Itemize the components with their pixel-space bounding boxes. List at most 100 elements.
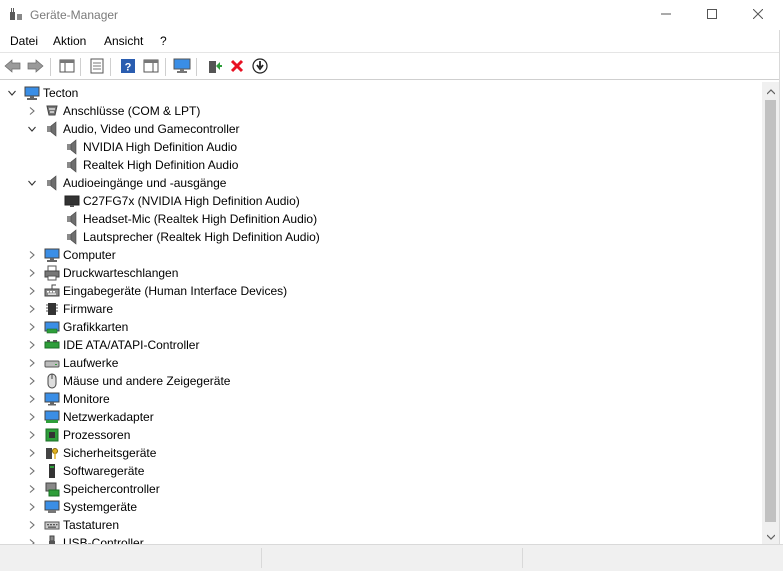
tree-item[interactable]: Eingabegeräte (Human Interface Devices)	[26, 282, 287, 300]
tree-item-label: Anschlüsse (COM & LPT)	[63, 104, 201, 118]
chevron-right-icon[interactable]	[26, 372, 38, 390]
drive-icon	[44, 355, 60, 371]
action-pane-icon	[143, 58, 159, 77]
tree-item[interactable]: Mäuse und andere Zeigegeräte	[26, 372, 230, 390]
speaker-icon	[64, 139, 80, 155]
tree-item[interactable]: Anschlüsse (COM & LPT)	[26, 102, 200, 120]
chevron-right-icon[interactable]	[26, 246, 38, 264]
tree-item[interactable]: Speichercontroller	[26, 480, 160, 498]
chevron-right-icon[interactable]	[26, 264, 38, 282]
vertical-scrollbar[interactable]	[762, 82, 779, 544]
tree-item[interactable]: Realtek High Definition Audio	[46, 156, 238, 174]
tree-item[interactable]: NVIDIA High Definition Audio	[46, 138, 237, 156]
tree-item[interactable]: Computer	[26, 246, 116, 264]
tree-item[interactable]: Druckwarteschlangen	[26, 264, 178, 282]
tree-item-label: Sicherheitsgeräte	[63, 446, 157, 460]
chevron-right-icon[interactable]	[26, 516, 38, 534]
chevron-right-icon[interactable]	[26, 300, 38, 318]
menu-help[interactable]: ?	[160, 34, 167, 48]
tree-item[interactable]: Firmware	[26, 300, 113, 318]
status-separator	[261, 548, 262, 568]
menu-bar: Datei Aktion Ansicht ?	[0, 30, 783, 52]
update-driver-button[interactable]	[204, 57, 224, 77]
menu-action[interactable]: Aktion	[53, 34, 86, 48]
chevron-right-icon[interactable]	[26, 480, 38, 498]
chevron-right-icon[interactable]	[26, 102, 38, 120]
tree-item[interactable]: Headset-Mic (Realtek High Definition Aud…	[46, 210, 317, 228]
title-bar: Geräte-Manager	[0, 0, 783, 30]
toolbar-separator	[165, 58, 166, 76]
tree-item[interactable]: Tastaturen	[26, 516, 119, 534]
tree-item-label: Netzwerkadapter	[63, 410, 154, 424]
tree-item[interactable]: Softwaregeräte	[26, 462, 144, 480]
show-hide-console-tree-icon	[59, 58, 75, 77]
tree-item[interactable]: Grafikkarten	[26, 318, 128, 336]
tree-item[interactable]: C27FG7x (NVIDIA High Definition Audio)	[46, 192, 300, 210]
disable-device-button[interactable]	[250, 57, 270, 77]
action-pane-button[interactable]	[141, 57, 161, 77]
tree-item[interactable]: Lautsprecher (Realtek High Definition Au…	[46, 228, 320, 246]
tree-item-label: Speichercontroller	[63, 482, 160, 496]
chevron-right-icon[interactable]	[26, 462, 38, 480]
scrollbar-thumb[interactable]	[765, 100, 776, 522]
chevron-right-icon[interactable]	[26, 390, 38, 408]
chevron-down-icon[interactable]	[6, 84, 18, 102]
back-button[interactable]	[3, 57, 23, 77]
device-tree[interactable]: Tecton Anschlüsse (COM & LPT) Audio, Video…	[0, 82, 762, 544]
chevron-right-icon[interactable]	[26, 498, 38, 516]
chevron-right-icon[interactable]	[26, 408, 38, 426]
tree-item[interactable]: Prozessoren	[26, 426, 130, 444]
chevron-right-icon[interactable]	[26, 336, 38, 354]
tree-item-label: Monitore	[63, 392, 110, 406]
tree-item[interactable]: Audioeingänge und -ausgänge	[26, 174, 226, 192]
uninstall-device-button[interactable]	[227, 57, 247, 77]
scan-hardware-button[interactable]	[172, 57, 192, 77]
chevron-down-icon[interactable]	[26, 120, 38, 138]
toolbar-separator	[80, 58, 81, 76]
update-driver-icon	[206, 58, 222, 77]
chevron-down-icon[interactable]	[26, 174, 38, 192]
window-right-edge	[779, 30, 783, 571]
menu-file[interactable]: Datei	[10, 34, 38, 48]
computer-icon	[24, 85, 40, 101]
tree-item[interactable]: Audio, Video und Gamecontroller	[26, 120, 240, 138]
console-tree-button[interactable]	[57, 57, 77, 77]
tree-item-label: Prozessoren	[63, 428, 131, 442]
close-button[interactable]	[735, 0, 781, 30]
toolbar-separator	[196, 58, 197, 76]
window-title: Geräte-Manager	[30, 8, 119, 22]
system-device-icon	[44, 499, 60, 515]
scroll-down-button[interactable]	[762, 527, 779, 544]
menu-view[interactable]: Ansicht	[104, 34, 143, 48]
tree-item[interactable]: USB-Controller	[26, 534, 144, 544]
help-button[interactable]: ?	[118, 57, 138, 77]
chevron-right-icon[interactable]	[26, 354, 38, 372]
tree-item-label: Systemgeräte	[63, 500, 138, 514]
tree-item-label: Tastaturen	[63, 518, 120, 532]
speaker-icon	[64, 157, 80, 173]
chevron-right-icon[interactable]	[26, 282, 38, 300]
tree-item[interactable]: Monitore	[26, 390, 110, 408]
tree-item[interactable]: Netzwerkadapter	[26, 408, 154, 426]
scroll-up-button[interactable]	[762, 82, 779, 99]
minimize-button[interactable]	[643, 0, 689, 30]
tree-item[interactable]: Laufwerke	[26, 354, 118, 372]
tree-item[interactable]: Tecton	[6, 84, 78, 102]
speaker-icon	[44, 121, 60, 137]
properties-button[interactable]	[87, 57, 107, 77]
tree-item[interactable]: IDE ATA/ATAPI-Controller	[26, 336, 199, 354]
maximize-button[interactable]	[689, 0, 735, 30]
chevron-right-icon[interactable]	[26, 534, 38, 544]
forward-button[interactable]	[25, 57, 45, 77]
chevron-right-icon[interactable]	[26, 426, 38, 444]
tree-item-label: Eingabegeräte (Human Interface Devices)	[63, 284, 288, 298]
svg-text:?: ?	[125, 61, 132, 73]
tree-item-label: IDE ATA/ATAPI-Controller	[63, 338, 200, 352]
chevron-right-icon[interactable]	[26, 318, 38, 336]
chevron-right-icon[interactable]	[26, 444, 38, 462]
tree-item[interactable]: Systemgeräte	[26, 498, 137, 516]
tree-item-label: Mäuse und andere Zeigegeräte	[63, 374, 231, 388]
tree-item[interactable]: Sicherheitsgeräte	[26, 444, 156, 462]
